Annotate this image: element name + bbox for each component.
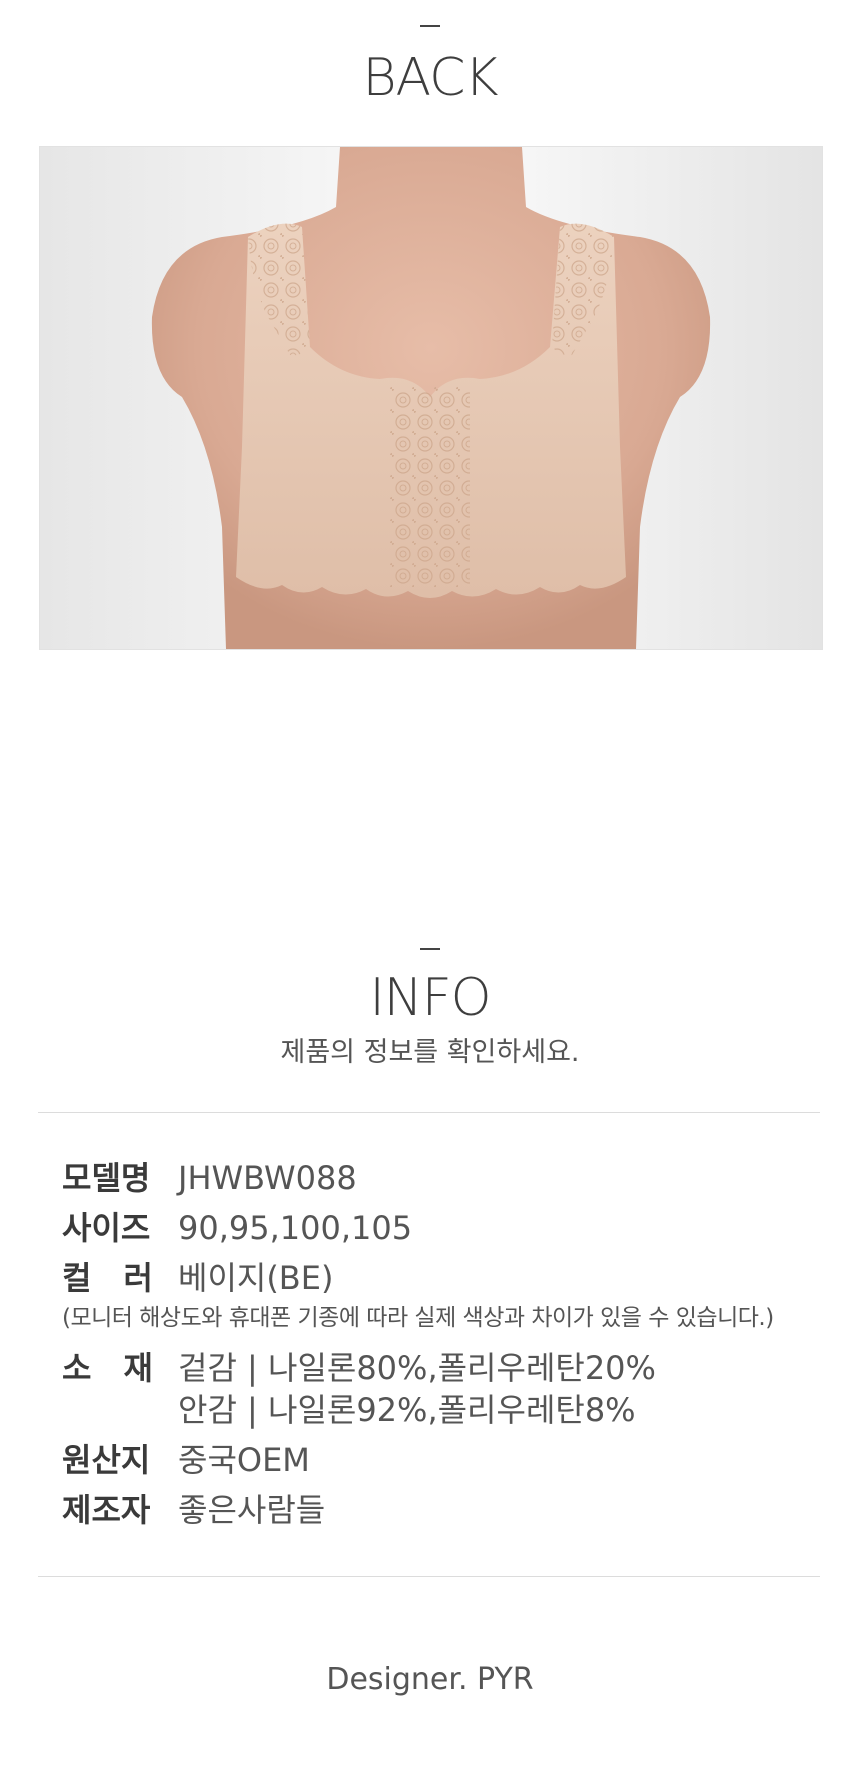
spec-value-color: 베이지(BE)	[178, 1259, 334, 1297]
spec-row-size: 사이즈 90,95,100,105	[62, 1208, 412, 1248]
back-dash-decoration	[420, 25, 440, 27]
divider-top	[38, 1112, 820, 1113]
spec-label-material: 소 재	[62, 1349, 153, 1387]
back-section-title: BACK	[362, 48, 498, 108]
spec-label-size: 사이즈	[62, 1209, 151, 1247]
spec-row-origin: 원산지 중국OEM	[62, 1440, 310, 1480]
spec-value-maker: 좋은사람들	[178, 1491, 326, 1529]
color-disclaimer-note: (모니터 해상도와 휴대폰 기종에 따라 실제 색상과 차이가 있을 수 있습니…	[62, 1305, 774, 1331]
spec-label-model: 모델명	[62, 1159, 151, 1197]
spec-value-material-inner: 안감 | 나일론92%,폴리우레탄8%	[178, 1391, 636, 1429]
spec-row-material: 소 재 겉감 | 나일론80%,폴리우레탄20%	[62, 1348, 656, 1388]
spec-value-origin: 중국OEM	[178, 1441, 310, 1479]
spec-row-material-inner: 안감 | 나일론92%,폴리우레탄8%	[178, 1390, 636, 1430]
spec-value-material-outer: 겉감 | 나일론80%,폴리우레탄20%	[178, 1349, 656, 1387]
spec-row-maker: 제조자 좋은사람들	[62, 1490, 325, 1530]
spec-row-model: 모델명 JHWBW088	[62, 1158, 357, 1198]
spec-label-maker: 제조자	[62, 1491, 151, 1529]
spec-value-size: 90,95,100,105	[178, 1209, 413, 1247]
spec-row-color: 컬 러 베이지(BE)	[62, 1258, 333, 1298]
info-section-title: INFO	[369, 968, 491, 1028]
info-subtitle: 제품의 정보를 확인하세요.	[280, 1037, 580, 1068]
info-dash-decoration	[420, 948, 440, 950]
spec-label-origin: 원산지	[62, 1441, 151, 1479]
spec-label-color: 컬 러	[62, 1259, 153, 1297]
spec-value-model: JHWBW088	[178, 1159, 357, 1197]
divider-bottom	[38, 1576, 820, 1577]
designer-credit: Designer. PYR	[326, 1662, 534, 1697]
product-back-photo	[39, 146, 823, 650]
